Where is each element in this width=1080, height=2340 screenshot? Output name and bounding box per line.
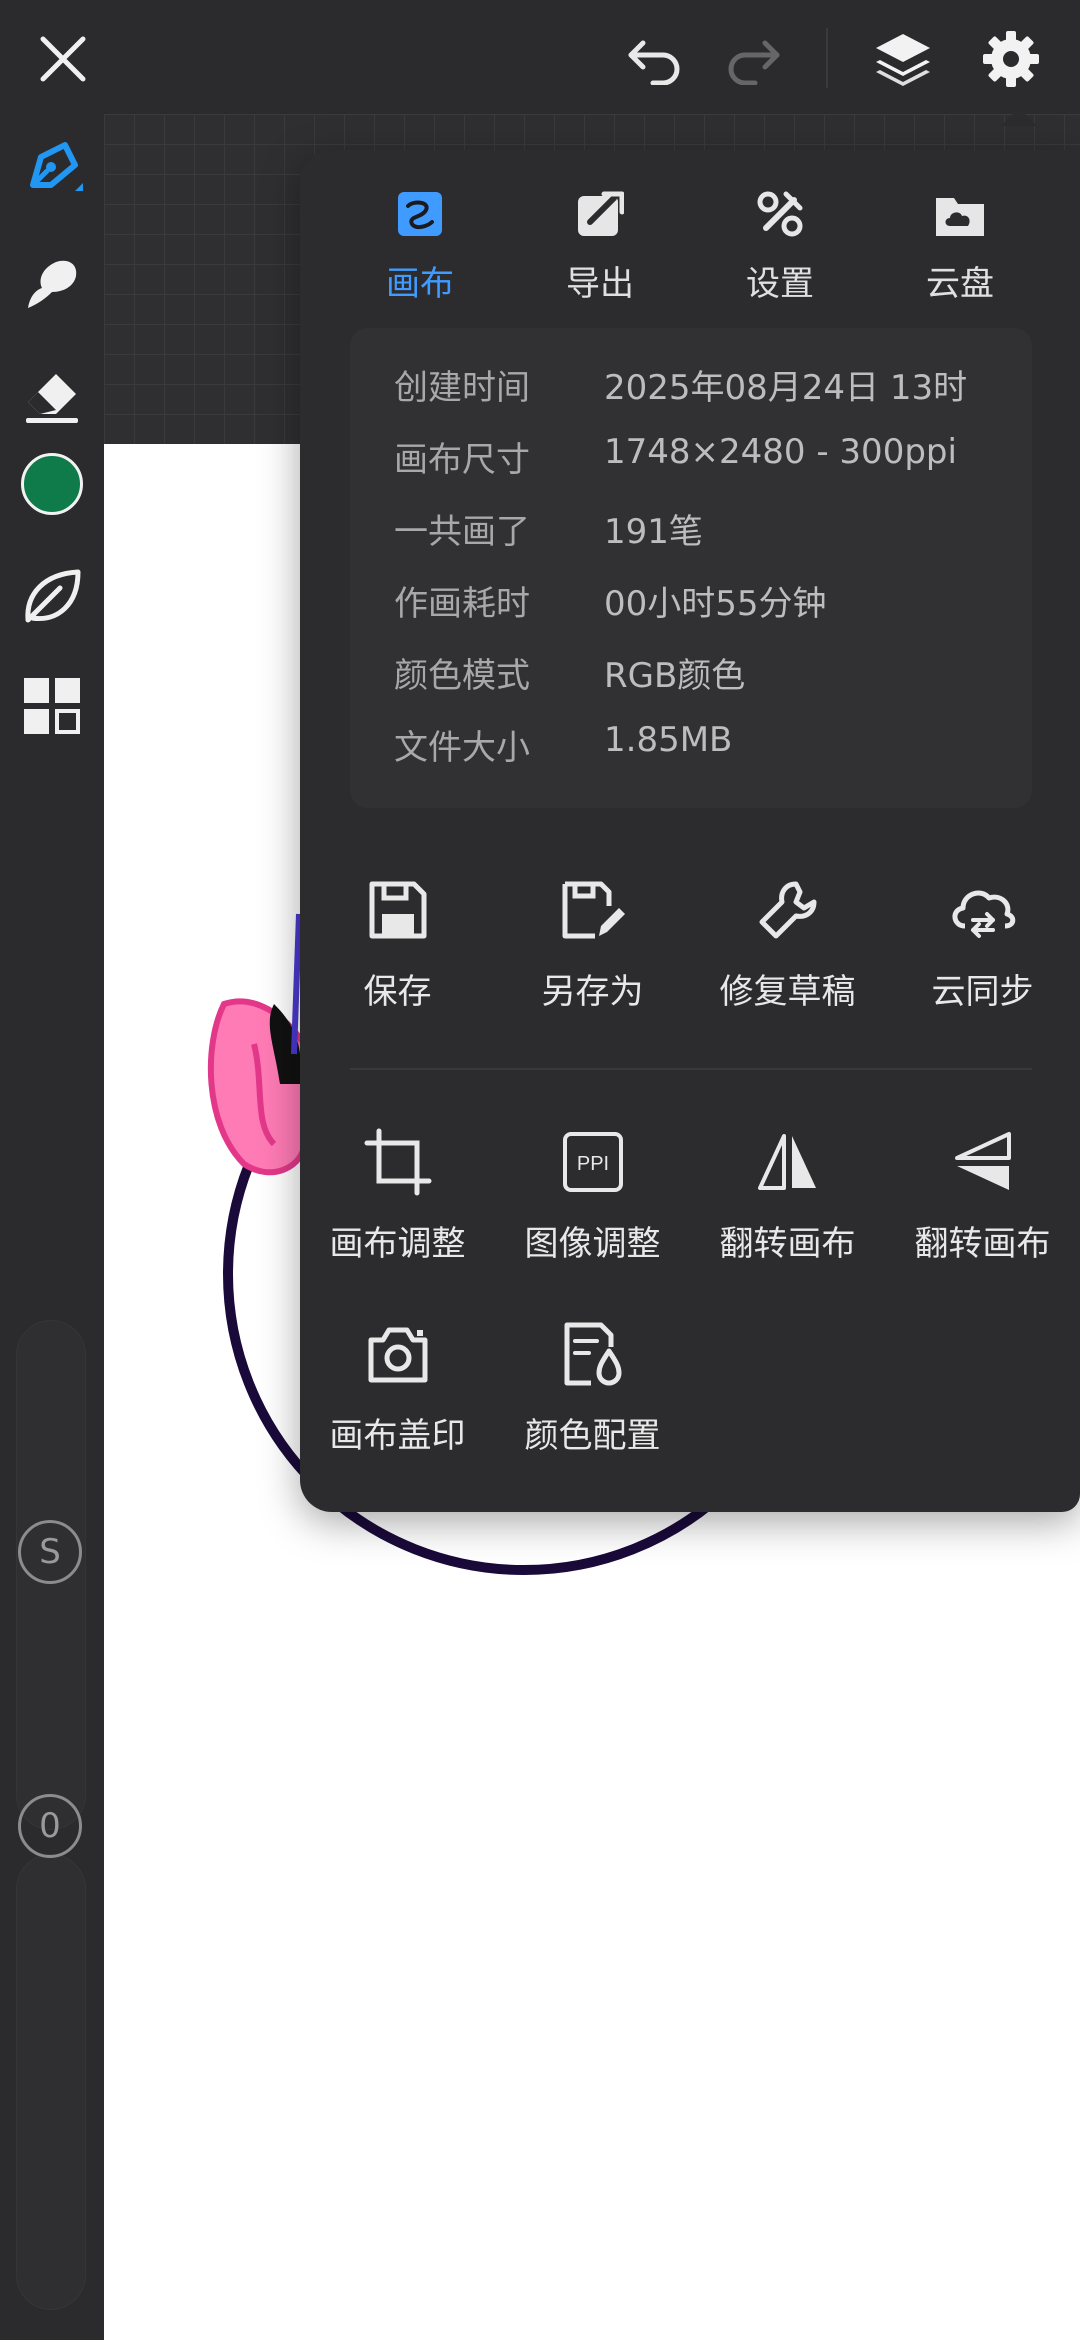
color-profile-icon: [553, 1314, 633, 1394]
tab-canvas[interactable]: 画布: [330, 180, 510, 320]
gear-icon[interactable]: [974, 22, 1048, 96]
tab-export[interactable]: 导出: [510, 180, 690, 320]
info-row-duration: 作画耗时 00小时55分钟: [394, 576, 1014, 632]
info-value: 1.85MB: [604, 720, 733, 760]
panel-tabs: 画布 导出 设置 云盘: [300, 180, 1080, 320]
flip-horizontal-button[interactable]: 翻转画布: [690, 1122, 885, 1292]
save-icon: [358, 870, 438, 950]
color-profile-button[interactable]: 颜色配置: [495, 1314, 690, 1484]
export-icon: [570, 184, 630, 244]
save-button[interactable]: 保存: [300, 870, 495, 1040]
info-key: 一共画了: [394, 512, 530, 552]
close-icon[interactable]: [28, 24, 98, 94]
repair-draft-button[interactable]: 修复草稿: [690, 870, 885, 1040]
ppi-icon: PPI: [553, 1122, 633, 1202]
toolbar-divider: [826, 28, 828, 88]
info-key: 文件大小: [394, 728, 530, 768]
info-key: 作画耗时: [394, 584, 530, 624]
size-slider-knob[interactable]: S: [18, 1520, 82, 1584]
action-label: 画布调整: [329, 1224, 466, 1264]
info-row-size: 画布尺寸 1748×2480 - 300ppi: [394, 432, 1014, 488]
cloud-sync-icon: [943, 870, 1023, 950]
image-adjust-button[interactable]: PPI 图像调整: [495, 1122, 690, 1292]
canvas-adjust-button[interactable]: 画布调整: [300, 1122, 495, 1292]
smudge-icon[interactable]: [0, 232, 104, 332]
action-label: 颜色配置: [524, 1416, 661, 1456]
tab-settings[interactable]: 设置: [690, 180, 870, 320]
panel-pointer: [1001, 108, 1037, 126]
layers-icon[interactable]: [866, 22, 940, 96]
current-color: [21, 453, 83, 515]
canvas-icon: [390, 184, 450, 244]
top-bar: [0, 0, 1080, 114]
action-label: 翻转画布: [719, 1224, 856, 1264]
info-row-file-size: 文件大小 1.85MB: [394, 720, 1014, 776]
tab-label: 导出: [566, 264, 634, 304]
ppi-icon-text: PPI: [576, 1153, 608, 1175]
action-label: 图像调整: [524, 1224, 661, 1264]
action-label: 云同步: [931, 972, 1034, 1012]
section-divider: [350, 1068, 1032, 1070]
action-label: 翻转画布: [914, 1224, 1051, 1264]
info-value: 00小时55分钟: [604, 584, 827, 624]
cloud-sync-button[interactable]: 云同步: [885, 870, 1080, 1040]
flip-vertical-button[interactable]: 翻转画布: [885, 1122, 1080, 1292]
save-as-icon: [553, 870, 633, 950]
undo-icon[interactable]: [620, 24, 690, 94]
action-label: 保存: [363, 972, 432, 1012]
tools-icon: [750, 184, 810, 244]
camera-icon: [358, 1314, 438, 1394]
info-row-strokes: 一共画了 191笔: [394, 504, 1014, 560]
info-key: 颜色模式: [394, 656, 530, 696]
cloud-folder-icon: [930, 184, 990, 244]
flip-vertical-icon: [943, 1122, 1023, 1202]
wrench-icon: [748, 870, 828, 950]
action-label: 画布盖印: [329, 1416, 466, 1456]
color-swatch[interactable]: [0, 434, 104, 534]
info-row-color-mode: 颜色模式 RGB颜色: [394, 648, 1014, 704]
action-label: 另存为: [541, 972, 644, 1012]
info-row-created: 创建时间 2025年08月24日 13时: [394, 360, 1014, 416]
info-value: RGB颜色: [604, 656, 746, 696]
opacity-slider[interactable]: [16, 1854, 86, 2310]
info-key: 画布尺寸: [394, 440, 530, 480]
action-label: 修复草稿: [719, 972, 856, 1012]
pen-icon[interactable]: [0, 120, 104, 220]
leaf-icon[interactable]: [0, 546, 104, 646]
grid-icon[interactable]: [0, 656, 104, 756]
tab-cloud[interactable]: 云盘: [870, 180, 1050, 320]
crop-icon: [358, 1122, 438, 1202]
flip-horizontal-icon: [748, 1122, 828, 1202]
left-toolbar: S 0: [0, 114, 104, 2340]
info-value: 1748×2480 - 300ppi: [604, 432, 957, 472]
canvas-info-card: 创建时间 2025年08月24日 13时 画布尺寸 1748×2480 - 30…: [350, 328, 1032, 808]
redo-icon[interactable]: [718, 24, 788, 94]
info-value: 191笔: [604, 512, 703, 552]
tab-label: 云盘: [926, 264, 994, 304]
save-as-button[interactable]: 另存为: [495, 870, 690, 1040]
info-value: 2025年08月24日 13时: [604, 368, 968, 408]
canvas-settings-panel: 画布 导出 设置 云盘 创建时间 2025年08月24日 13时 画布尺寸 17…: [300, 150, 1080, 1512]
info-key: 创建时间: [394, 368, 530, 408]
opacity-slider-knob[interactable]: 0: [18, 1794, 82, 1858]
eraser-icon[interactable]: [0, 344, 104, 444]
tab-label: 设置: [746, 264, 814, 304]
tab-label: 画布: [386, 264, 454, 304]
canvas-stamp-button[interactable]: 画布盖印: [300, 1314, 495, 1484]
